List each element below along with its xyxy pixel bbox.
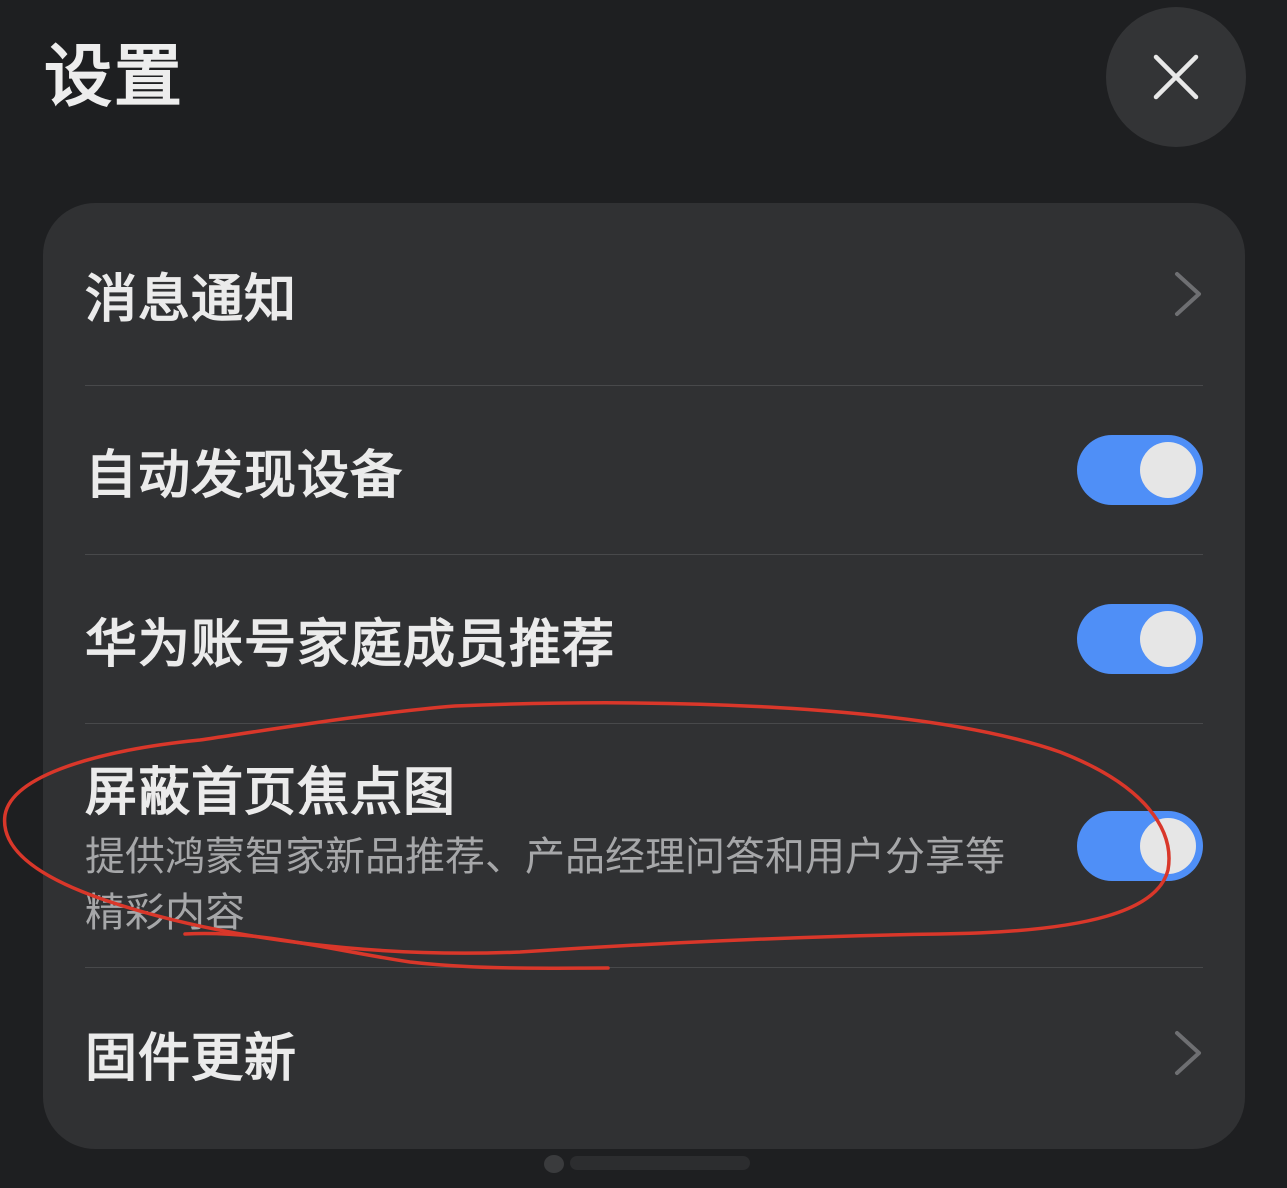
- setting-label: 固件更新: [85, 1028, 298, 1089]
- toggle-knob: [1140, 611, 1196, 667]
- page-title: 设置: [44, 38, 185, 117]
- setting-label: 华为账号家庭成员推荐: [85, 614, 616, 675]
- setting-label: 消息通知: [85, 269, 298, 330]
- auto-discover-toggle[interactable]: [1077, 435, 1203, 505]
- setting-label: 自动发现设备: [85, 445, 404, 506]
- setting-description: 提供鸿蒙智家新品推荐、产品经理问答和用户分享等精彩内容: [85, 834, 1005, 936]
- chevron-right-icon: [1175, 272, 1201, 316]
- setting-item-notifications[interactable]: 消息通知: [85, 203, 1203, 385]
- watermark: [544, 1155, 750, 1173]
- chevron-right-icon: [1175, 1031, 1201, 1075]
- settings-card: 消息通知 自动发现设备 华为账号家庭成员推荐 屏蔽首页焦点图 提供鸿蒙智家新品推…: [43, 203, 1245, 1149]
- toggle-knob: [1140, 442, 1196, 498]
- setting-label: 屏蔽首页焦点图: [85, 763, 457, 823]
- setting-item-auto-discover: 自动发现设备: [85, 386, 1203, 554]
- setting-item-block-banner: 屏蔽首页焦点图 提供鸿蒙智家新品推荐、产品经理问答和用户分享等精彩内容: [85, 724, 1203, 967]
- family-recommend-toggle[interactable]: [1077, 604, 1203, 674]
- toggle-knob: [1140, 817, 1196, 874]
- block-banner-toggle[interactable]: [1077, 810, 1203, 881]
- setting-item-family-recommend: 华为账号家庭成员推荐: [85, 555, 1203, 723]
- setting-item-firmware-update[interactable]: 固件更新: [85, 968, 1203, 1138]
- close-icon: [1153, 54, 1199, 100]
- setting-text-group: 屏蔽首页焦点图 提供鸿蒙智家新品推荐、产品经理问答和用户分享等精彩内容: [85, 750, 1015, 941]
- close-button[interactable]: [1106, 7, 1246, 147]
